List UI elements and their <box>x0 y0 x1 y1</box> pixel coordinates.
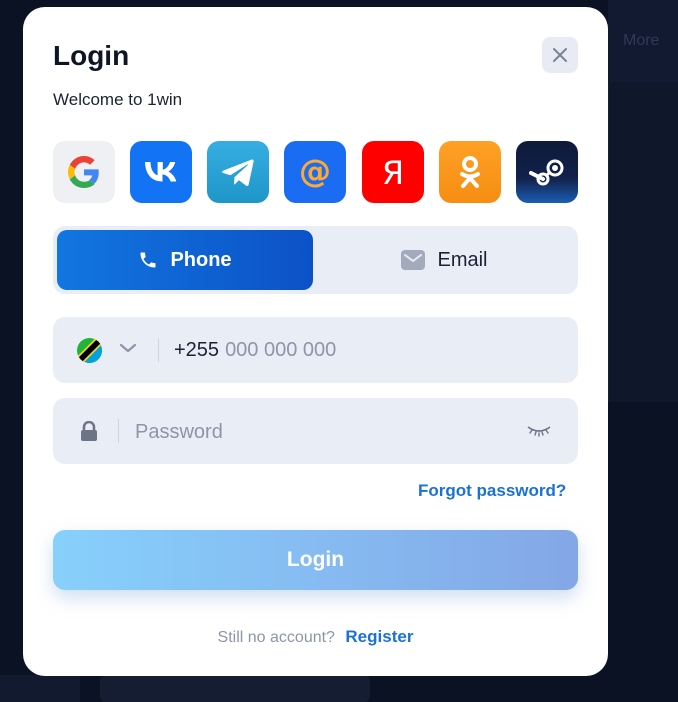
ok-icon <box>459 156 480 188</box>
steam-icon <box>528 159 564 186</box>
google-login-button[interactable] <box>53 141 115 203</box>
tab-email-label: Email <box>437 248 488 271</box>
close-button[interactable] <box>542 37 578 73</box>
tab-phone-label: Phone <box>170 248 232 271</box>
at-sign-icon: @ <box>299 155 331 189</box>
odnoklassniki-login-button[interactable] <box>438 141 501 203</box>
tab-email[interactable]: Email <box>315 230 574 290</box>
register-prompt: Still no account? Register <box>23 627 608 647</box>
login-button[interactable]: Login <box>53 530 578 590</box>
password-field <box>53 398 578 464</box>
close-icon <box>553 48 567 62</box>
yandex-login-button[interactable]: Я <box>361 141 424 203</box>
telegram-icon <box>222 159 254 186</box>
lock-icon <box>81 421 97 441</box>
forgot-password-link[interactable]: Forgot password? <box>418 481 566 501</box>
login-method-tabs: Phone Email <box>53 226 578 294</box>
vk-login-button[interactable] <box>130 141 193 203</box>
tab-phone[interactable]: Phone <box>57 230 313 290</box>
mail-ru-login-button[interactable]: @ <box>284 141 347 203</box>
phone-input[interactable]: +255 000 000 000 <box>174 335 554 365</box>
svg-text:Я: Я <box>382 155 404 189</box>
login-modal: Login Welcome to 1win @ Я Phone Email +2… <box>23 7 608 676</box>
telegram-login-button[interactable] <box>207 141 270 203</box>
google-icon <box>68 156 99 188</box>
yandex-icon: Я <box>382 155 404 189</box>
register-link[interactable]: Register <box>345 627 413 646</box>
background-element <box>100 675 370 702</box>
phone-icon <box>140 252 156 268</box>
svg-text:@: @ <box>299 155 331 189</box>
tanzania-flag-icon[interactable] <box>77 338 102 363</box>
field-divider <box>158 338 159 362</box>
no-account-text: Still no account? <box>217 629 335 646</box>
chevron-down-icon[interactable] <box>119 342 137 354</box>
eye-closed-icon[interactable] <box>527 423 551 437</box>
background-element <box>0 675 80 702</box>
steam-login-button[interactable] <box>515 141 578 203</box>
phone-prefix: +255 <box>174 338 220 361</box>
envelope-icon <box>401 250 426 270</box>
background-more-link: More <box>623 32 660 49</box>
phone-placeholder: 000 000 000 <box>225 338 337 361</box>
vk-icon <box>145 162 177 182</box>
phone-field: +255 000 000 000 <box>53 317 578 383</box>
password-input[interactable] <box>133 416 517 448</box>
modal-title: Login <box>53 40 130 71</box>
social-login-row: @ Я <box>53 141 578 203</box>
modal-subtitle: Welcome to 1win <box>53 90 183 109</box>
background-panel <box>608 82 678 402</box>
field-divider <box>118 419 119 443</box>
